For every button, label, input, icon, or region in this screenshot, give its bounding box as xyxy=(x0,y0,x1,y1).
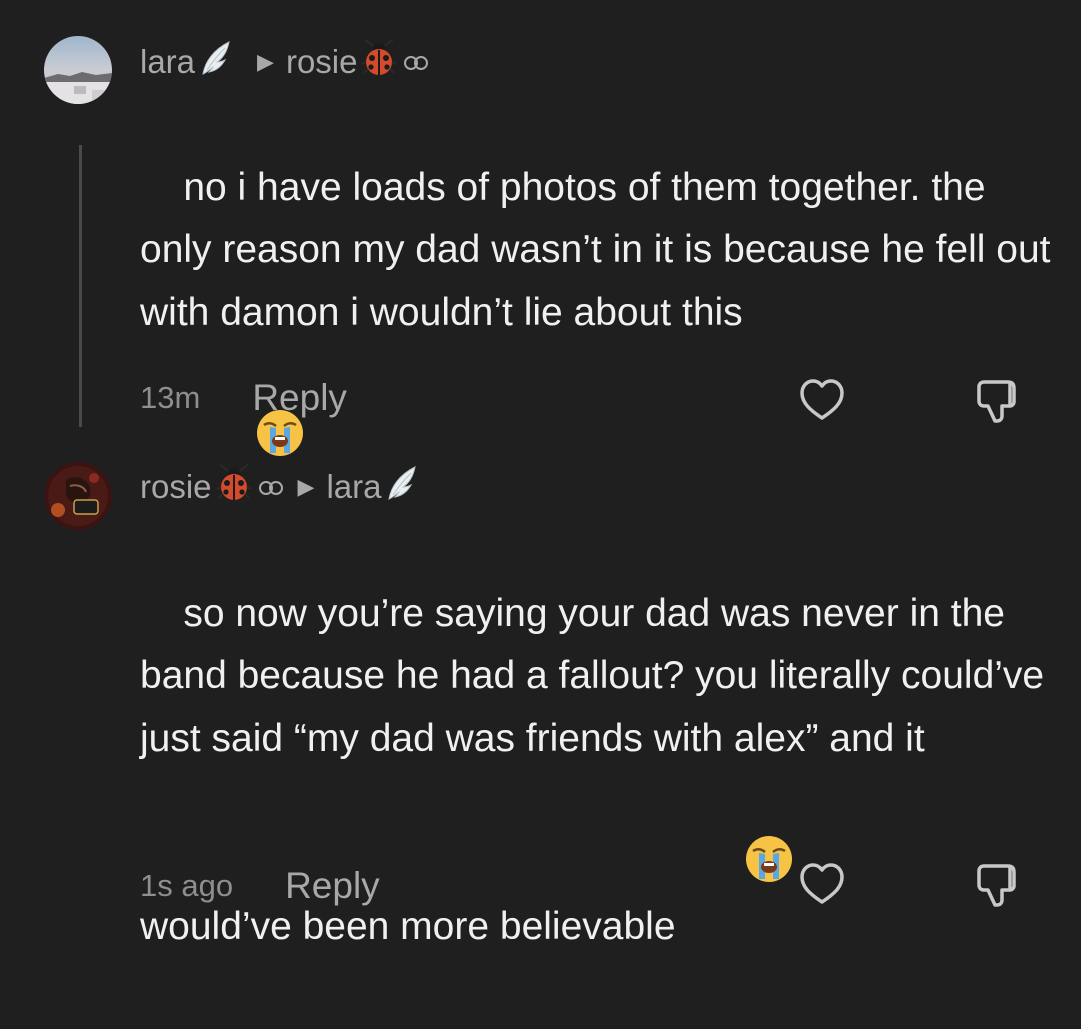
reply-to-name[interactable]: lara xyxy=(326,468,381,506)
comment-header: rosie ▶ lara xyxy=(140,463,419,511)
reply-to-name[interactable]: rosie xyxy=(286,43,358,81)
author-name[interactable]: rosie xyxy=(140,468,212,506)
comment-header: lara ▶ rosie xyxy=(140,38,429,86)
reply-button[interactable]: Reply xyxy=(285,865,380,907)
angel-wing-icon xyxy=(385,465,419,509)
angel-wing-icon xyxy=(199,40,233,84)
infinity-icon xyxy=(258,468,284,506)
reply-button[interactable]: Reply xyxy=(252,377,347,419)
comment-meta: 1s ago Reply xyxy=(140,862,380,910)
avatar[interactable] xyxy=(44,462,112,530)
timestamp: 13m xyxy=(140,380,201,415)
ladybug-icon xyxy=(359,38,399,86)
thread-line xyxy=(79,145,82,427)
like-heart-icon[interactable] xyxy=(794,856,850,912)
infinity-icon xyxy=(403,43,429,81)
comment-meta: 13m Reply xyxy=(140,374,347,422)
author-name[interactable]: lara xyxy=(140,43,195,81)
comment-text: so now you’re saying your dad was never … xyxy=(140,520,1060,1029)
dislike-thumb-icon[interactable] xyxy=(970,372,1026,428)
reply-to-arrow-icon: ▶ xyxy=(257,49,274,74)
loudly-crying-face-icon xyxy=(678,770,795,967)
ladybug-icon xyxy=(214,463,254,511)
timestamp: 1s ago xyxy=(140,868,234,903)
comment-text-content: no i have loads of photos of them togeth… xyxy=(140,165,1062,334)
reply-to-arrow-icon: ▶ xyxy=(297,474,315,499)
like-heart-icon[interactable] xyxy=(794,372,850,428)
avatar[interactable] xyxy=(44,36,112,104)
dislike-thumb-icon[interactable] xyxy=(970,856,1026,912)
